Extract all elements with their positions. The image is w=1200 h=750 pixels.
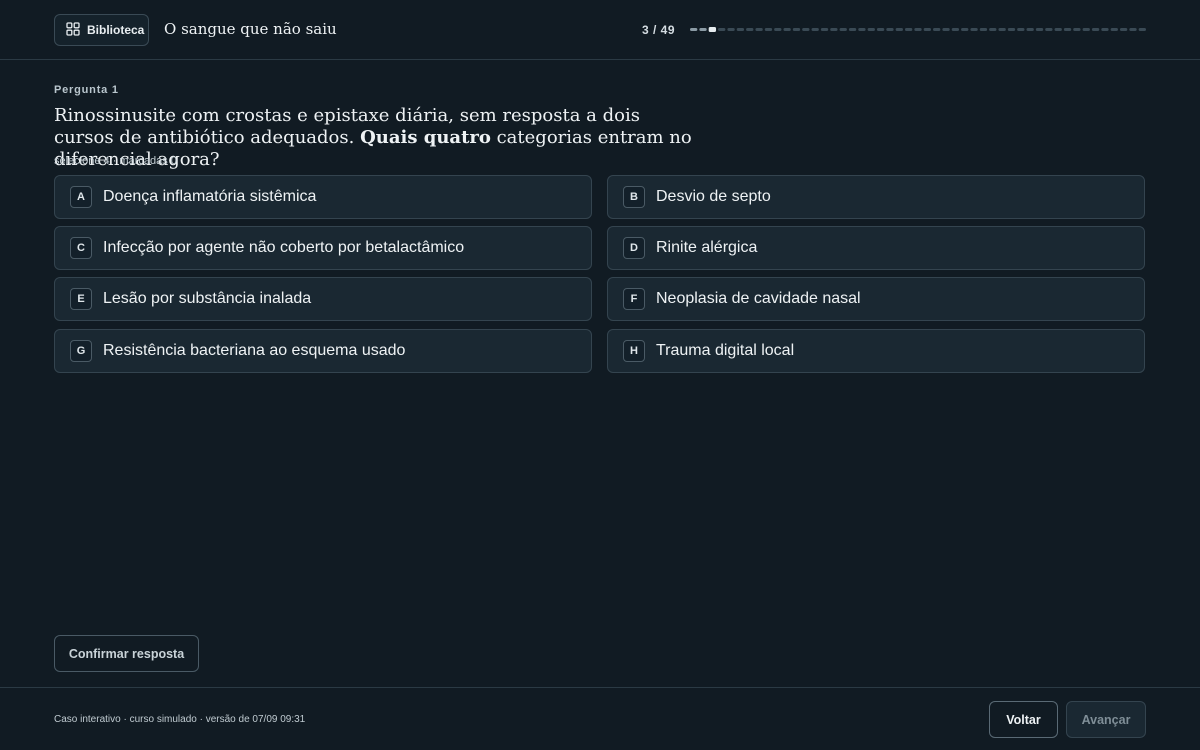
progress-segment	[989, 28, 997, 31]
option-b[interactable]: B Desvio de septo	[607, 175, 1145, 219]
progress-segment	[755, 28, 763, 31]
progress-segment	[1073, 28, 1081, 31]
option-letter: E	[70, 288, 92, 310]
progress-segment	[867, 28, 875, 31]
progress-segment	[839, 28, 847, 31]
progress-segment	[951, 28, 960, 31]
option-label: Desvio de septo	[656, 188, 771, 205]
progress-segment	[1017, 28, 1025, 31]
option-d[interactable]: D Rinite alérgica	[607, 226, 1145, 270]
progress-segment	[811, 28, 819, 31]
progress-segment	[746, 28, 754, 31]
progress-segment	[1129, 28, 1137, 31]
question-kicker: Pergunta 1	[54, 84, 119, 96]
question-text-emphasis: Quais quatro	[360, 127, 491, 148]
progress-segment	[792, 28, 801, 31]
option-e[interactable]: E Lesão por substância inalada	[54, 277, 592, 321]
progress-segment	[736, 28, 745, 31]
progress-segment	[942, 28, 950, 31]
progress-segment	[1054, 28, 1062, 31]
option-letter: B	[623, 186, 645, 208]
case-title: O sangue que não saiu	[164, 20, 337, 38]
option-label: Infecção por agente não coberto por beta…	[103, 239, 465, 256]
progress-segment	[979, 28, 988, 31]
progress-segment	[998, 28, 1006, 31]
progress-counter: 3 / 49	[642, 23, 676, 37]
option-c[interactable]: C Infecção por agente não coberto por be…	[54, 226, 592, 270]
progress-segment	[1082, 28, 1090, 31]
progress-segment	[933, 28, 941, 31]
confirm-answer-button[interactable]: Confirmar resposta	[54, 635, 199, 672]
progress-segment	[718, 28, 726, 31]
option-label: Doença inflamatória sistêmica	[103, 188, 317, 205]
progress-segment	[1063, 28, 1072, 31]
option-letter: C	[70, 237, 92, 259]
top-bar: Biblioteca O sangue que não saiu 3 / 49	[0, 0, 1200, 60]
progress-segment	[830, 28, 838, 31]
progress-segment	[1138, 28, 1146, 31]
option-f[interactable]: F Neoplasia de cavidade nasal	[607, 277, 1145, 321]
option-label: Rinite alérgica	[656, 239, 758, 256]
progress-segment	[876, 28, 885, 31]
library-label: Biblioteca	[87, 23, 145, 37]
progress-segment	[1110, 28, 1118, 31]
progress-segment	[690, 28, 698, 31]
progress-segments	[690, 27, 1146, 32]
progress-segment	[904, 28, 913, 31]
option-label: Lesão por substância inalada	[103, 290, 312, 307]
progress-segment	[914, 28, 922, 31]
progress-segment	[1091, 28, 1100, 31]
progress-segment	[1101, 28, 1109, 31]
option-letter: A	[70, 186, 92, 208]
option-g[interactable]: G Resistência bacteriana ao esquema usad…	[54, 329, 592, 373]
progress-segment	[1026, 28, 1034, 31]
progress-segment	[961, 28, 969, 31]
progress-segment	[783, 28, 791, 31]
option-h[interactable]: H Trauma digital local	[607, 329, 1145, 373]
option-letter: G	[70, 340, 92, 362]
progress-segment	[923, 28, 932, 31]
progress-segment	[820, 28, 829, 31]
footer-note: Caso interativo · curso simulado · versã…	[54, 714, 306, 725]
option-a[interactable]: A Doença inflamatória sistêmica	[54, 175, 592, 219]
option-label: Trauma digital local	[656, 342, 795, 359]
progress-segment	[774, 28, 782, 31]
progress-segment	[848, 28, 857, 31]
progress-segment	[886, 28, 894, 31]
progress-segment	[802, 28, 810, 31]
progress-segment	[1045, 28, 1053, 31]
option-label: Neoplasia de cavidade nasal	[656, 290, 861, 307]
footer: Caso interativo · curso simulado · versã…	[0, 687, 1200, 750]
option-letter: D	[623, 237, 645, 259]
progress-segment	[970, 28, 978, 31]
progress-segment	[764, 28, 773, 31]
option-letter: F	[623, 288, 645, 310]
next-button[interactable]: Avançar	[1066, 701, 1146, 738]
progress-segment	[895, 28, 903, 31]
progress-segment	[708, 27, 717, 32]
progress-segment	[727, 28, 735, 31]
progress-segment	[1035, 28, 1044, 31]
progress-track	[690, 27, 1146, 32]
progress-segment	[699, 28, 707, 31]
option-label: Resistência bacteriana ao esquema usado	[103, 342, 406, 359]
option-letter: H	[623, 340, 645, 362]
library-button[interactable]: Biblioteca	[54, 14, 149, 46]
selection-status: selecione 4 · marcadas 0	[54, 155, 177, 167]
progress-segment	[858, 28, 866, 31]
grid-icon	[66, 21, 80, 39]
progress-segment	[1007, 28, 1016, 31]
back-button[interactable]: Voltar	[989, 701, 1058, 738]
progress-segment	[1119, 28, 1128, 31]
